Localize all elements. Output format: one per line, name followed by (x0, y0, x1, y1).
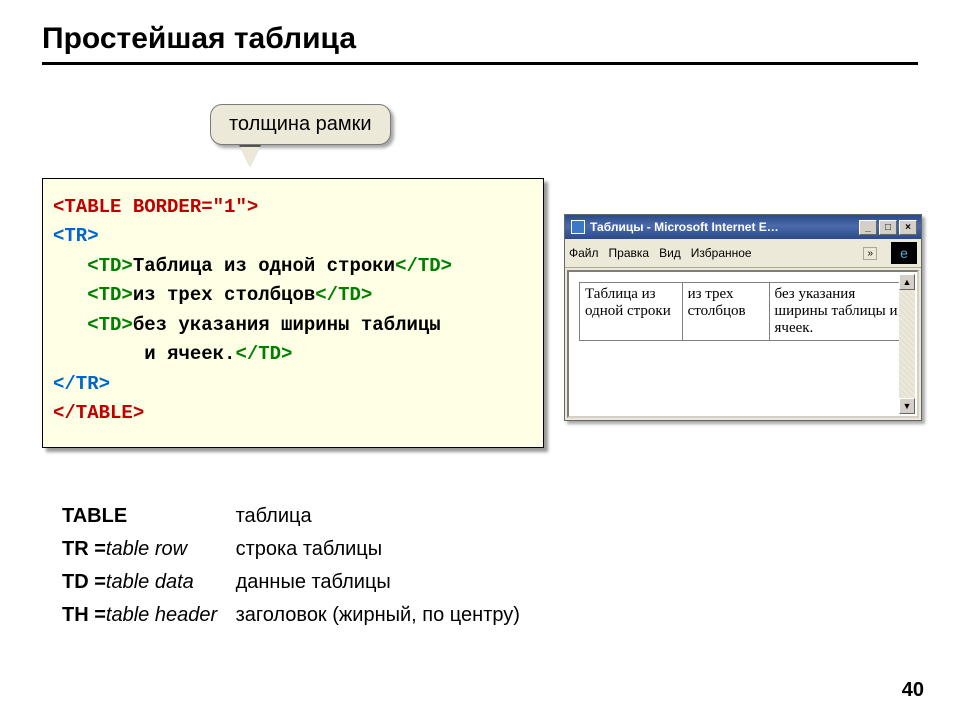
definition-row: TABLE таблица (62, 500, 520, 533)
definition-row: TD = table data данные таблицы (62, 566, 520, 599)
slide-title: Простейшая таблица (42, 22, 918, 56)
browser-menubar: Файл Правка Вид Избранное » e (565, 239, 921, 268)
menu-file[interactable]: Файл (569, 246, 599, 260)
def-tag: TR = (62, 533, 106, 566)
menu-edit[interactable]: Правка (609, 246, 650, 260)
table-cell: без указания ширины таблицы и ячеек. (769, 283, 906, 341)
code-token: </TABLE> (53, 402, 144, 424)
def-tag: TD = (62, 566, 106, 599)
code-token: </TD> (395, 255, 452, 277)
callout-tail (240, 147, 260, 167)
menu-view[interactable]: Вид (659, 246, 681, 260)
code-token: из трех столбцов (133, 284, 315, 306)
code-token: Таблица из одной строки (133, 255, 395, 277)
code-example: <TABLE BORDER="1"> <TR> <TD>Таблица из о… (42, 178, 544, 448)
code-token: > (247, 196, 258, 218)
code-token: <TABLE (53, 196, 121, 218)
def-desc: строка таблицы (236, 533, 383, 566)
def-desc: таблица (236, 500, 312, 533)
menu-favorites[interactable]: Избранное (691, 246, 752, 260)
code-token: <TD> (87, 255, 133, 277)
code-token: <TD> (87, 314, 133, 336)
table-cell: из трех столбцов (682, 283, 769, 341)
code-token: <TR> (53, 225, 99, 247)
code-token: и ячеек. (144, 343, 235, 365)
callout-bubble: толщина рамки (210, 104, 391, 145)
minimize-button[interactable]: _ (859, 220, 877, 235)
maximize-button[interactable]: □ (879, 220, 897, 235)
browser-window: Таблицы - Microsoft Internet E… _ □ × Фа… (564, 214, 922, 421)
def-english: table header (106, 604, 217, 626)
code-token: без указания ширины таблицы (133, 314, 441, 336)
ie-icon (571, 220, 585, 234)
code-token: BORDER="1" (121, 196, 246, 218)
definition-row: TH = table header заголовок (жирный, по … (62, 599, 520, 632)
def-tag: TABLE (62, 500, 127, 533)
scroll-track[interactable] (899, 290, 915, 398)
def-english: table row (106, 538, 187, 560)
definitions-list: TABLE таблица TR = table row строка табл… (62, 500, 520, 632)
ie-logo-icon: e (891, 242, 917, 264)
scroll-down-button[interactable]: ▼ (899, 398, 915, 414)
def-desc: заголовок (жирный, по центру) (236, 599, 520, 632)
rendered-table: Таблица из одной строки из трех столбцов… (579, 282, 907, 341)
definition-row: TR = table row строка таблицы (62, 533, 520, 566)
code-token: </TD> (235, 343, 292, 365)
code-token: <TD> (87, 284, 133, 306)
scroll-up-button[interactable]: ▲ (899, 274, 915, 290)
def-english: table data (106, 571, 194, 593)
def-desc: данные таблицы (236, 566, 391, 599)
close-button[interactable]: × (899, 220, 917, 235)
browser-content: Таблица из одной строки из трех столбцов… (567, 270, 919, 418)
browser-titlebar: Таблицы - Microsoft Internet E… _ □ × (565, 215, 921, 239)
vertical-scrollbar[interactable]: ▲ ▼ (899, 274, 915, 414)
def-tag: TH = (62, 599, 106, 632)
title-rule (42, 62, 918, 65)
code-token: </TD> (315, 284, 372, 306)
table-row: Таблица из одной строки из трех столбцов… (580, 283, 907, 341)
menu-overflow[interactable]: » (863, 247, 877, 260)
page-number: 40 (902, 679, 924, 702)
browser-title: Таблицы - Microsoft Internet E… (590, 220, 779, 234)
code-token: </TR> (53, 373, 110, 395)
table-cell: Таблица из одной строки (580, 283, 683, 341)
